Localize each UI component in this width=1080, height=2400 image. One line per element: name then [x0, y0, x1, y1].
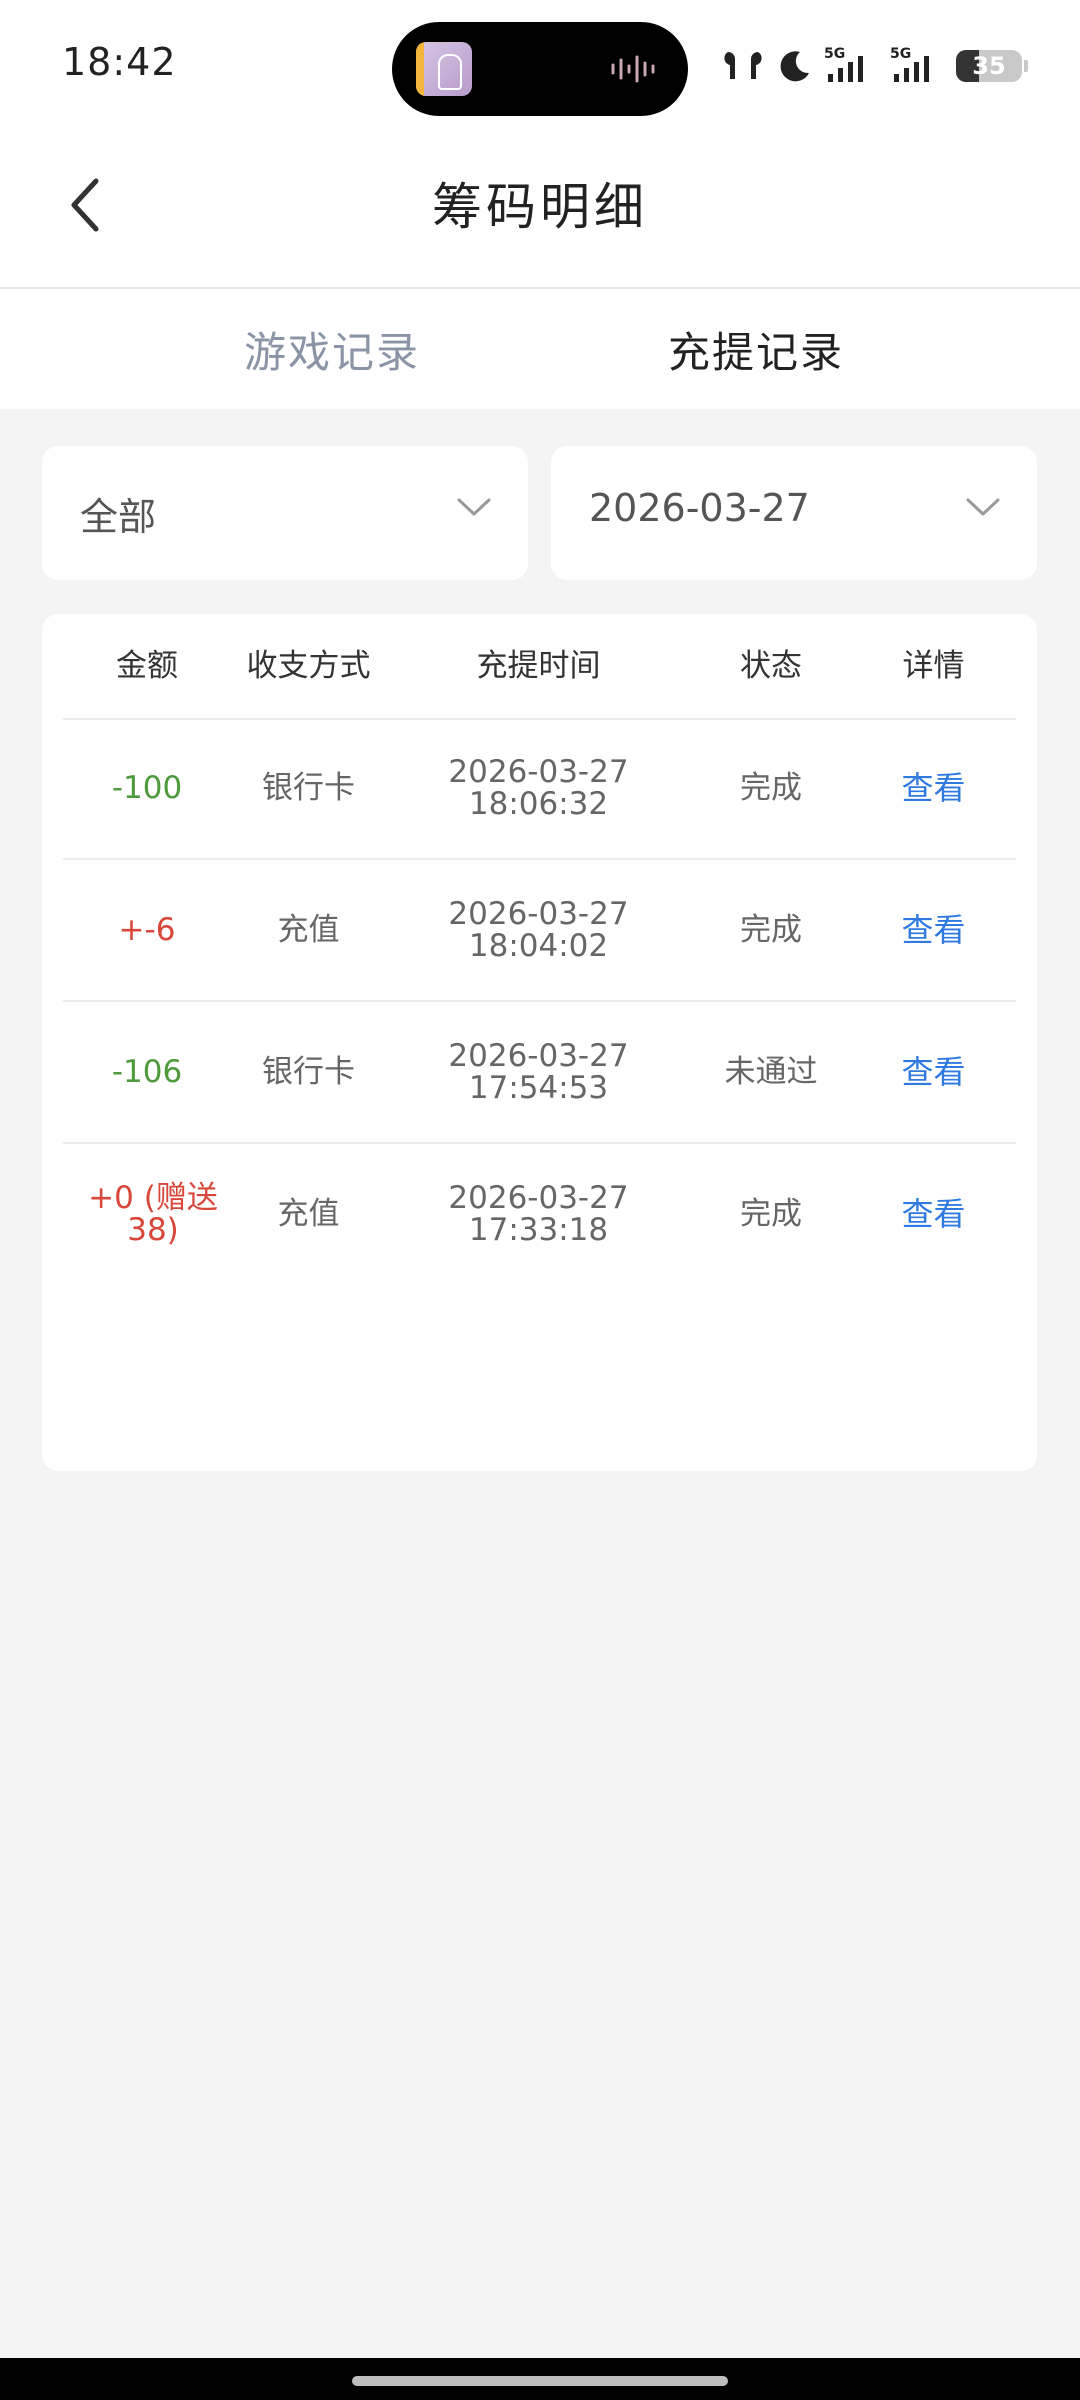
column-header-detail: 详情: [902, 648, 965, 684]
row-method: 充值: [277, 912, 340, 948]
tab-game-records[interactable]: 游戏记录: [244, 319, 420, 380]
row-date: 2026-03-27: [448, 1180, 629, 1216]
svg-text:5G: 5G: [824, 46, 845, 62]
type-filter-select[interactable]: 全部: [42, 446, 528, 580]
signal-5g-icon: 5G: [824, 46, 863, 82]
row-amount: +-6: [118, 912, 176, 948]
table-header: 金额 收支方式 充提时间 状态 详情: [63, 614, 1016, 720]
row-amount: -106: [111, 1054, 183, 1090]
table-row: -106 银行卡 2026-03-27 17:54:53 未通过 查看: [63, 1002, 1016, 1144]
status-time: 18:42: [62, 40, 177, 84]
row-date: 2026-03-27: [448, 754, 629, 790]
audio-wave-icon: [611, 55, 655, 83]
view-detail-link[interactable]: 查看: [851, 1002, 1016, 1142]
date-filter-select[interactable]: 2026-03-27: [551, 446, 1037, 580]
row-clock: 17:33:18: [468, 1212, 609, 1248]
row-status: 完成: [740, 770, 802, 806]
row-time: 2026-03-27 17:33:18: [386, 1144, 691, 1284]
row-date: 2026-03-27: [448, 1038, 629, 1074]
row-amount: +0 (赠送38): [88, 1180, 218, 1248]
row-time: 2026-03-27 18:04:02: [386, 860, 691, 1000]
row-status: 完成: [740, 1196, 802, 1232]
row-status: 未通过: [724, 1054, 818, 1090]
gesture-navigation-bar: [0, 2358, 1080, 2400]
signal-5g-icon: 5G: [890, 46, 929, 82]
column-header-method: 收支方式: [246, 648, 371, 684]
records-table: 金额 收支方式 充提时间 状态 详情 -100 银行卡 2026-03-27 18…: [42, 614, 1037, 1471]
page-title: 筹码明细: [432, 178, 648, 236]
row-clock: 17:54:53: [468, 1070, 609, 1106]
home-indicator[interactable]: [352, 2376, 728, 2386]
battery-level: 35: [972, 52, 1006, 80]
chevron-down-icon: [457, 498, 491, 516]
row-date: 2026-03-27: [448, 896, 629, 932]
battery-icon: 35: [956, 50, 1028, 82]
status-bar: 18:42 5G 5G 35: [0, 0, 1080, 135]
row-status: 完成: [740, 912, 802, 948]
date-filter-value: 2026-03-27: [589, 486, 810, 530]
table-row: +0 (赠送38) 充值 2026-03-27 17:33:18 完成 查看: [63, 1144, 1016, 1284]
view-detail-link[interactable]: 查看: [851, 1144, 1016, 1284]
type-filter-value: 全部: [80, 495, 157, 539]
view-detail-link[interactable]: 查看: [851, 718, 1016, 858]
row-amount: -100: [111, 770, 183, 806]
row-method: 银行卡: [262, 770, 355, 806]
row-clock: 18:04:02: [468, 928, 609, 964]
dynamic-island[interactable]: [392, 22, 688, 116]
column-header-amount: 金额: [116, 648, 178, 684]
record-tabs: 游戏记录 充提记录: [0, 289, 1080, 409]
tab-deposit-withdraw-records[interactable]: 充提记录: [668, 319, 844, 380]
row-method: 充值: [277, 1196, 340, 1232]
earbuds-icon: [724, 52, 762, 79]
column-header-status: 状态: [740, 648, 802, 684]
row-method: 银行卡: [262, 1054, 355, 1090]
top-navigation-bar: 筹码明细: [0, 135, 1080, 289]
row-clock: 18:06:32: [468, 786, 609, 822]
view-detail-link[interactable]: 查看: [851, 860, 1016, 1000]
row-time: 2026-03-27 18:06:32: [386, 718, 691, 858]
svg-text:5G: 5G: [890, 46, 911, 62]
column-header-time: 充提时间: [476, 648, 601, 684]
now-playing-app-icon[interactable]: [416, 42, 472, 96]
table-row: +-6 充值 2026-03-27 18:04:02 完成 查看: [63, 860, 1016, 1002]
do-not-disturb-moon-icon: [780, 51, 809, 82]
row-time: 2026-03-27 17:54:53: [386, 1002, 691, 1142]
table-row: -100 银行卡 2026-03-27 18:06:32 完成 查看: [63, 718, 1016, 860]
chevron-down-icon: [966, 498, 1000, 516]
status-icons: 5G 5G 35: [720, 44, 1028, 88]
